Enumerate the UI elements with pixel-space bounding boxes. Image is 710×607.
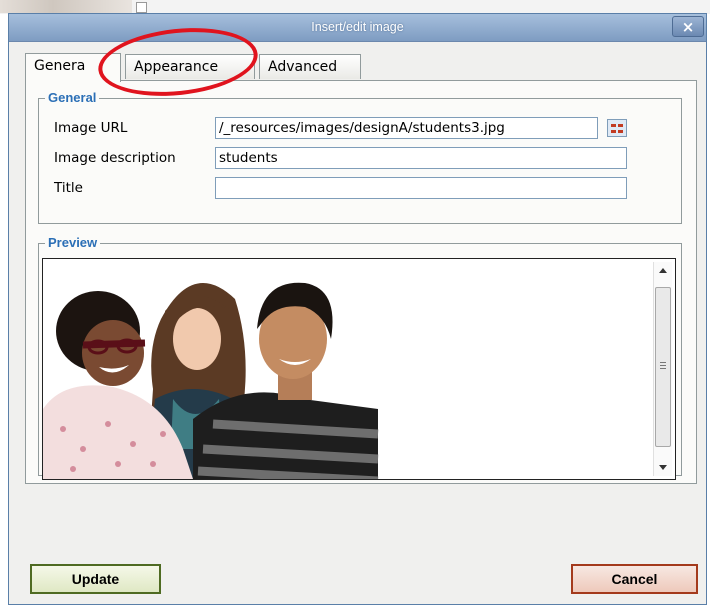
preview-legend: Preview — [45, 235, 101, 250]
close-icon: × — [681, 18, 695, 36]
image-description-label: Image description — [54, 150, 176, 166]
scroll-down-arrow-icon[interactable] — [659, 465, 667, 470]
dialog-title: Insert/edit image — [311, 20, 404, 34]
students-photo — [43, 259, 383, 479]
cancel-button[interactable]: Cancel — [571, 564, 698, 594]
preview-fieldset: Preview — [38, 235, 682, 480]
tab-advanced-label: Advanced — [268, 59, 338, 75]
insert-edit-image-dialog: Insert/edit image × Genera Appearance Ad… — [8, 13, 707, 605]
browse-icon[interactable] — [607, 119, 627, 137]
tab-appearance-label: Appearance — [134, 59, 219, 75]
image-url-input[interactable]: /_resources/images/designA/students3.jpg — [215, 117, 598, 139]
title-label: Title — [54, 180, 83, 196]
tab-general[interactable]: Genera — [25, 53, 121, 82]
title-input[interactable] — [215, 177, 627, 199]
close-button[interactable]: × — [672, 16, 704, 37]
background-page — [0, 0, 710, 14]
background-image-thumbnail — [0, 0, 132, 13]
image-description-input[interactable]: students — [215, 147, 627, 169]
dialog-titlebar[interactable]: Insert/edit image × — [9, 14, 706, 42]
background-checkbox — [136, 2, 147, 13]
general-fieldset: General Image URL /_resources/images/des… — [38, 90, 682, 224]
tab-advanced[interactable]: Advanced — [259, 54, 361, 79]
general-legend: General — [45, 90, 100, 105]
scroll-thumb[interactable] — [655, 287, 671, 447]
tab-appearance[interactable]: Appearance — [125, 54, 255, 79]
tab-panel-general: General Image URL /_resources/images/des… — [25, 80, 697, 484]
preview-scrollbar[interactable] — [653, 262, 672, 476]
tab-general-label: Genera — [34, 58, 86, 74]
update-button[interactable]: Update — [30, 564, 161, 594]
preview-frame — [42, 258, 676, 480]
scroll-up-arrow-icon[interactable] — [659, 268, 667, 273]
image-url-label: Image URL — [54, 120, 128, 136]
